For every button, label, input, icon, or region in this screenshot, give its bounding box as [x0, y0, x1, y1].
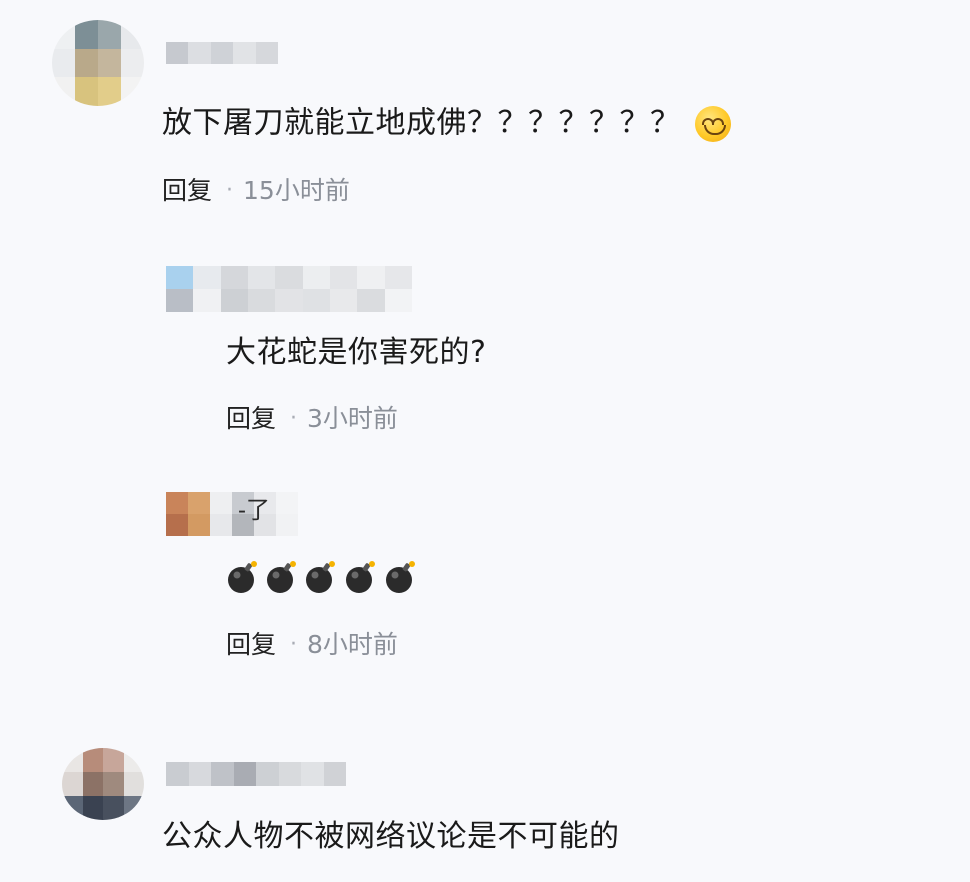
reply-meta: 回复 · 3小时前	[226, 404, 398, 434]
username-blurred[interactable]	[166, 762, 346, 786]
reply-user-avatar-and-name-blurred[interactable]	[166, 266, 412, 312]
bomb-icon	[267, 561, 296, 593]
username-fragment: -了	[238, 497, 270, 524]
comment-text: 放下屠刀就能立地成佛？？？？？？？	[162, 106, 731, 142]
smiling-face-emoji-icon	[694, 106, 731, 142]
timestamp: 15小时前	[243, 176, 350, 205]
user-avatar[interactable]	[52, 20, 144, 106]
reply-meta: 回复 · 8小时前	[226, 630, 398, 660]
bomb-icon	[228, 561, 257, 593]
reply-button[interactable]: 回复	[162, 176, 212, 206]
bomb-icon	[346, 561, 375, 593]
comment-meta: 回复 · 15小时前	[162, 176, 350, 206]
comment-text: 公众人物不被网络议论是不可能的	[162, 819, 620, 854]
reply-text: 大花蛇是你害死的?	[226, 335, 487, 370]
comment-text-body: 放下屠刀就能立地成佛？？？？？？？	[162, 105, 681, 141]
user-avatar[interactable]	[62, 748, 144, 820]
timestamp: 8小时前	[307, 630, 398, 659]
separator-dot: ·	[290, 406, 298, 431]
reply-button[interactable]: 回复	[226, 630, 276, 660]
separator-dot: ·	[226, 178, 234, 203]
timestamp: 3小时前	[307, 404, 398, 433]
bomb-icon	[386, 561, 415, 593]
username-blurred[interactable]	[166, 42, 278, 64]
bomb-emoji-row	[226, 560, 426, 596]
bomb-icon	[306, 561, 335, 593]
separator-dot: ·	[290, 632, 298, 657]
reply-button[interactable]: 回复	[226, 404, 276, 434]
reply-user-avatar-blurred[interactable]	[166, 492, 298, 536]
